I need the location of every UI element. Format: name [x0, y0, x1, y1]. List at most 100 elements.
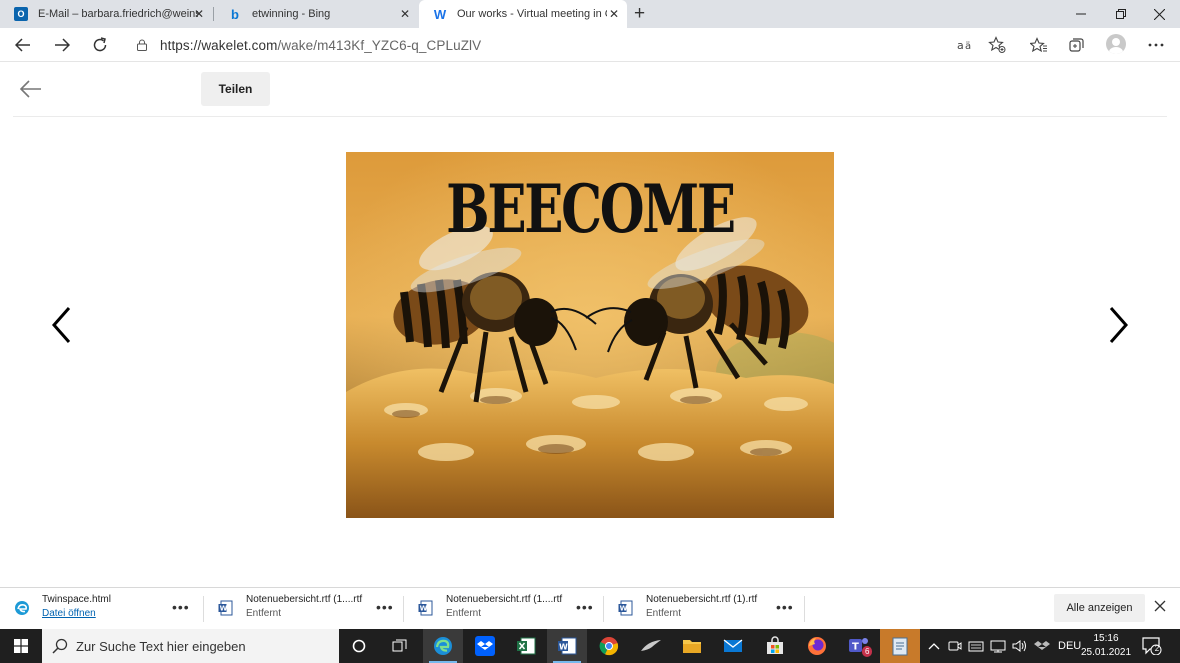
- clock-date: 25.01.2021: [1080, 647, 1132, 658]
- edge-file-icon: [15, 601, 29, 615]
- tab-email[interactable]: O E-Mail – barbara.friedrich@weinsberg..…: [0, 0, 212, 28]
- url-text[interactable]: https://wakelet.com/wake/m413Kf_YZC6-q_C…: [160, 38, 481, 53]
- search-icon: [52, 638, 68, 654]
- taskbar-app-tool[interactable]: [631, 629, 671, 663]
- taskbar-dropbox[interactable]: [465, 629, 505, 663]
- back-button[interactable]: [12, 34, 34, 56]
- word-file-icon: W: [418, 600, 433, 616]
- refresh-icon: [93, 37, 107, 52]
- taskbar-store[interactable]: [755, 629, 795, 663]
- taskbar-chrome[interactable]: [589, 629, 629, 663]
- taskbar-word[interactable]: W: [547, 629, 587, 663]
- action-center-button[interactable]: 2: [1142, 637, 1162, 656]
- svg-text:a: a: [957, 39, 964, 52]
- slide-image: BEECOME: [346, 152, 834, 518]
- word-file-icon: W: [618, 600, 633, 616]
- meet-now-icon[interactable]: [948, 639, 962, 653]
- favorites-button[interactable]: [1029, 36, 1049, 54]
- download-item[interactable]: Twinspace.html Datei öffnen •••: [0, 588, 200, 630]
- dropbox-icon: [475, 636, 495, 656]
- previous-slide-button[interactable]: [48, 305, 76, 345]
- forward-button[interactable]: [51, 34, 73, 56]
- open-file-link[interactable]: Datei öffnen: [42, 608, 96, 619]
- close-tab-icon[interactable]: ✕: [400, 7, 410, 21]
- collections-button[interactable]: [1067, 36, 1087, 54]
- taskbar-mail[interactable]: [713, 629, 753, 663]
- download-more-button[interactable]: •••: [376, 599, 394, 615]
- browser-toolbar: https://wakelet.com/wake/m413Kf_YZC6-q_C…: [0, 28, 1180, 62]
- close-tab-icon[interactable]: ✕: [609, 7, 619, 21]
- notification-count: 2: [1154, 644, 1160, 653]
- download-more-button[interactable]: •••: [776, 599, 794, 615]
- input-language[interactable]: DEU: [1058, 640, 1081, 652]
- download-file-name: Twinspace.html: [42, 594, 111, 605]
- download-status: Entfernt: [646, 608, 682, 619]
- taskbar-firefox[interactable]: [797, 629, 837, 663]
- read-aloud-button[interactable]: aä: [956, 36, 976, 54]
- cortana-button[interactable]: [339, 629, 379, 663]
- new-tab-button[interactable]: +: [634, 3, 645, 25]
- cortana-icon: [352, 639, 366, 653]
- outlook-icon: O: [14, 7, 28, 21]
- download-more-button[interactable]: •••: [172, 599, 190, 615]
- dropbox-tray-icon[interactable]: [1034, 639, 1050, 653]
- next-slide-button[interactable]: [1104, 305, 1132, 345]
- tab-bing[interactable]: b etwinning - Bing ✕: [214, 0, 418, 28]
- settings-menu-button[interactable]: [1146, 36, 1166, 54]
- url-host: https://wakelet.com: [160, 37, 278, 53]
- keyboard-icon[interactable]: [968, 639, 984, 653]
- taskbar-edge[interactable]: [423, 629, 463, 663]
- download-more-button[interactable]: •••: [576, 599, 594, 615]
- word-icon: W: [558, 637, 577, 655]
- task-view-button[interactable]: [380, 629, 420, 663]
- start-button[interactable]: [0, 629, 42, 663]
- address-bar[interactable]: https://wakelet.com/wake/m413Kf_YZC6-q_C…: [126, 31, 1016, 59]
- show-all-downloads-button[interactable]: Alle anzeigen: [1054, 594, 1145, 622]
- folder-icon: [683, 640, 701, 653]
- search-placeholder: Zur Suche Text hier eingeben: [76, 638, 246, 654]
- close-icon: [1154, 600, 1166, 612]
- chrome-icon: [599, 637, 619, 656]
- download-status: Entfernt: [446, 608, 482, 619]
- edge-icon: [434, 637, 452, 655]
- tab-wakelet[interactable]: W Our works - Virtual meeting in C... ✕: [419, 0, 627, 28]
- tab-wakelet-title: Our works - Virtual meeting in C...: [457, 8, 607, 20]
- wakelet-icon: W: [433, 6, 447, 22]
- close-window-button[interactable]: [1136, 0, 1180, 28]
- download-file-name: Notenuebersicht.rtf (1).rtf: [646, 594, 758, 605]
- share-button[interactable]: Teilen: [201, 72, 270, 106]
- download-separator: [804, 596, 805, 622]
- download-status: Entfernt: [246, 608, 282, 619]
- add-favorite-button[interactable]: [987, 36, 1007, 54]
- svg-text:W: W: [220, 605, 228, 613]
- system-tray: DEU: [928, 629, 1081, 663]
- lock-icon[interactable]: [136, 39, 148, 51]
- taskbar-teams[interactable]: T 6: [839, 629, 879, 663]
- show-hidden-icons-button[interactable]: [928, 641, 940, 651]
- download-item[interactable]: W Notenuebersicht.rtf (1....rtf Entfernt…: [404, 588, 604, 630]
- close-downloads-bar-button[interactable]: [1154, 600, 1166, 612]
- volume-icon[interactable]: [1012, 639, 1028, 653]
- refresh-button[interactable]: [89, 34, 111, 56]
- store-icon: [767, 636, 783, 654]
- close-tab-icon[interactable]: ✕: [194, 7, 204, 21]
- image-title-text: BEECOME: [446, 170, 736, 248]
- bing-icon: b: [231, 6, 239, 22]
- page-back-button[interactable]: [18, 76, 44, 102]
- svg-text:W: W: [559, 643, 568, 652]
- word-file-icon: W: [218, 600, 233, 616]
- mail-icon: [723, 639, 743, 652]
- star-add-icon: [988, 36, 1006, 53]
- network-icon[interactable]: [990, 639, 1006, 653]
- taskbar-notepad[interactable]: [880, 629, 920, 663]
- arrow-left-icon: [19, 80, 41, 98]
- download-item[interactable]: W Notenuebersicht.rtf (1....rtf Entfernt…: [204, 588, 404, 630]
- profile-avatar[interactable]: [1106, 34, 1126, 54]
- taskbar-clock[interactable]: 15:16 25.01.2021: [1080, 632, 1132, 660]
- taskbar-explorer[interactable]: [672, 629, 712, 663]
- download-item[interactable]: W Notenuebersicht.rtf (1).rtf Entfernt •…: [604, 588, 804, 630]
- taskbar-excel[interactable]: [506, 629, 546, 663]
- translate-icon: aä: [957, 39, 971, 52]
- taskbar-search-box[interactable]: Zur Suche Text hier eingeben: [42, 629, 339, 663]
- feather-icon: [641, 640, 661, 651]
